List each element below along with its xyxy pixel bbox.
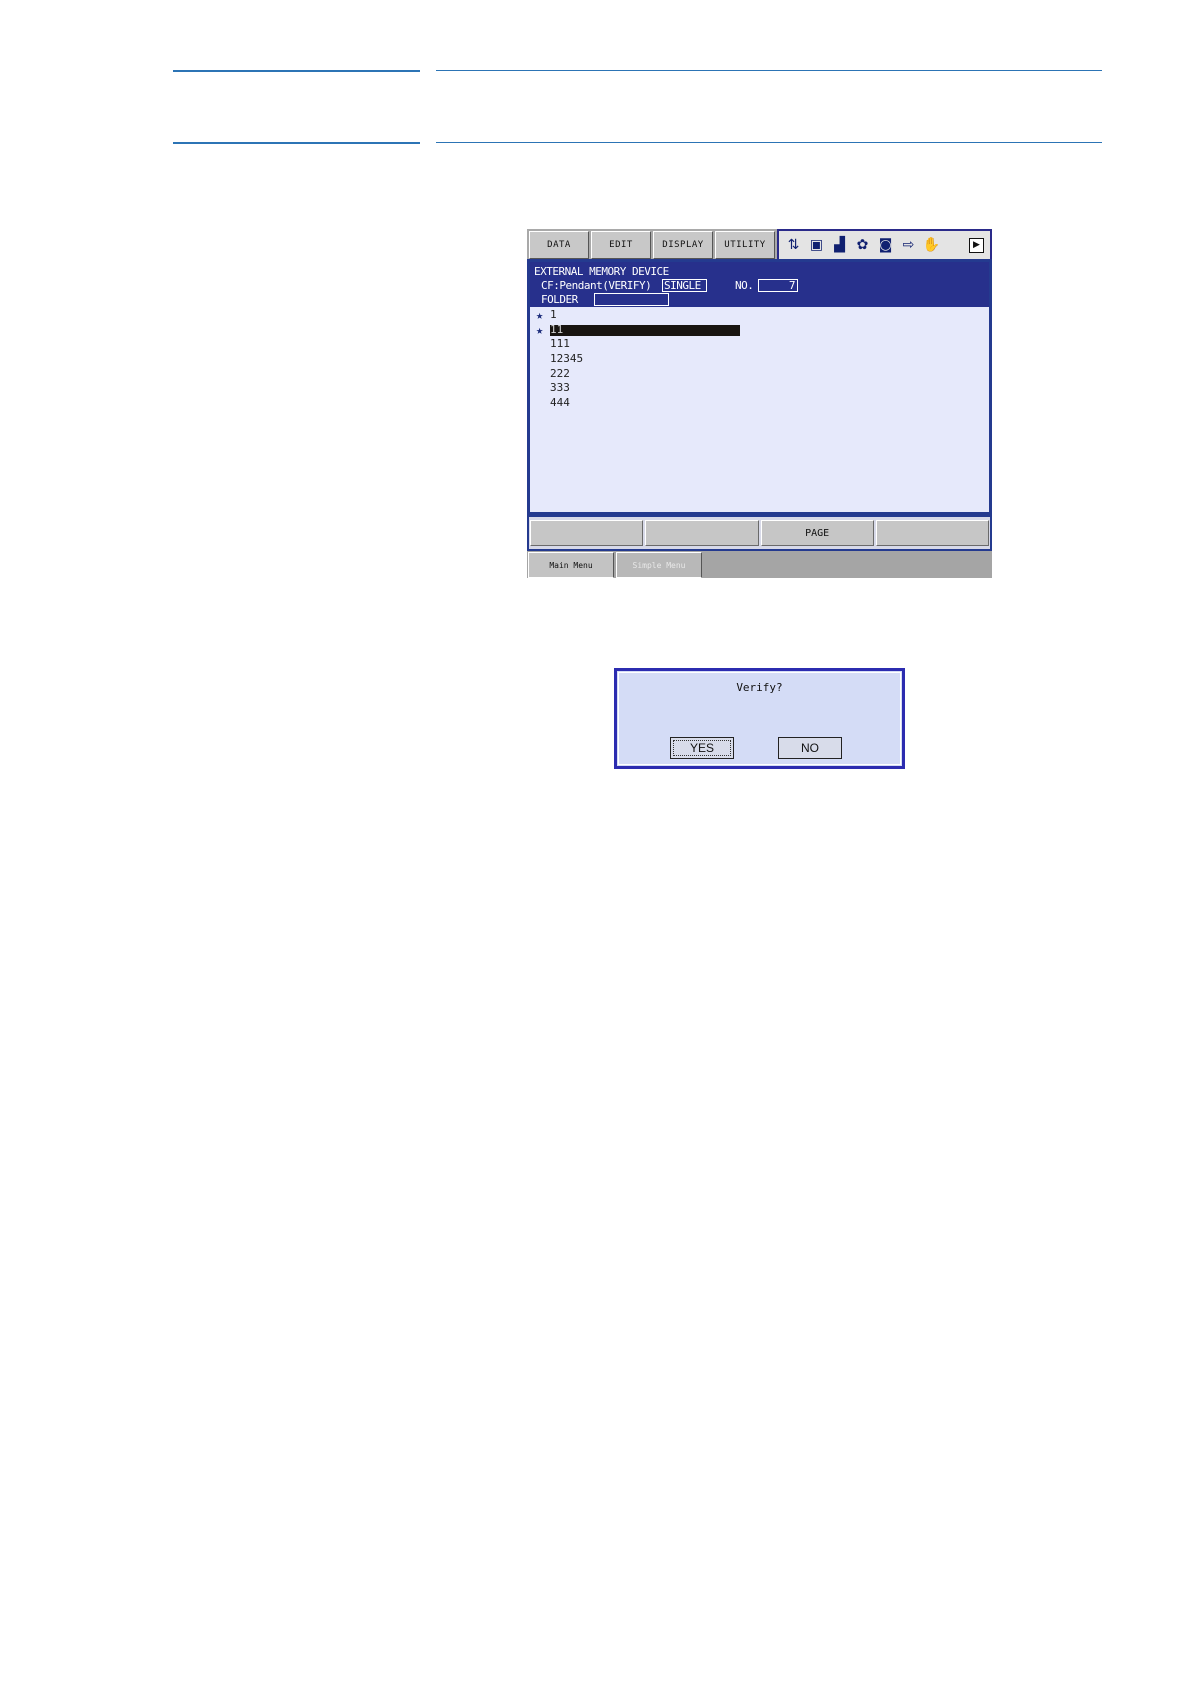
no-button[interactable]: NO <box>778 737 842 759</box>
mode-field[interactable]: SINGLE <box>662 279 707 292</box>
menu-tab-display[interactable]: DISPLAY <box>653 231 713 259</box>
file-name: 444 <box>550 396 570 410</box>
no-field[interactable]: 7 <box>758 279 798 292</box>
function-key-bar: PAGE <box>527 515 992 551</box>
menu-tab-utility[interactable]: UTILITY <box>715 231 775 259</box>
list-item-selected[interactable]: ★ 11 <box>536 322 740 338</box>
star-icon: ★ <box>536 308 544 322</box>
function-key-2[interactable] <box>645 520 759 546</box>
external-memory-window: EXTERNAL MEMORY DEVICE CF:Pendant(VERIFY… <box>527 259 992 515</box>
file-name: 111 <box>550 337 570 351</box>
window-header: EXTERNAL MEMORY DEVICE CF:Pendant(VERIFY… <box>530 262 989 307</box>
function-key-1[interactable] <box>530 520 644 546</box>
file-list: ★ 1 ★ 11 111 12345 222 333 444 <box>536 308 740 411</box>
hand-icon: ✋ <box>922 237 941 253</box>
output-icon: ⇨ <box>902 237 915 253</box>
no-label: NO. <box>735 279 754 292</box>
list-item[interactable]: 444 <box>536 396 589 411</box>
status-icon-bar: ⇅ ▣ ▟ ✿ ◙ ⇨ ✋ ▶ <box>777 229 992 261</box>
menu-tab-edit[interactable]: EDIT <box>591 231 651 259</box>
main-menu-button[interactable]: Main Menu <box>528 552 614 578</box>
list-item[interactable]: 222 <box>536 367 589 382</box>
page-button[interactable]: PAGE <box>760 520 874 546</box>
mode-value: SINGLE <box>664 279 701 292</box>
robot-icon: ✿ <box>856 237 869 253</box>
header-rule-right-bottom <box>436 142 1102 143</box>
header-rule-right-top <box>436 70 1102 71</box>
folder-label: FOLDER <box>541 293 578 306</box>
window-title: EXTERNAL MEMORY DEVICE <box>534 265 669 278</box>
file-name: 12345 <box>550 352 584 366</box>
file-name: 11 <box>550 322 564 336</box>
next-page-icon[interactable]: ▶ <box>969 237 984 253</box>
teach-mode-icon: ⇅ <box>787 237 800 253</box>
folder-field[interactable] <box>594 293 669 306</box>
file-name: 1 <box>550 308 557 321</box>
function-key-4[interactable] <box>875 520 989 546</box>
file-name: 222 <box>550 366 570 380</box>
star-icon: ★ <box>536 322 544 337</box>
yes-button[interactable]: YES <box>670 737 734 759</box>
job-icon: ▣ <box>809 237 824 253</box>
simple-menu-button[interactable]: Simple Menu <box>616 552 702 578</box>
list-item[interactable]: 111 <box>536 337 589 352</box>
menu-tab-data[interactable]: DATA <box>529 231 589 259</box>
device-label: CF:Pendant(VERIFY) <box>541 279 652 292</box>
signal-level-icon: ▟ <box>834 237 845 253</box>
verify-dialog: Verify? YES NO <box>614 668 905 769</box>
dialog-message: Verify? <box>736 681 783 694</box>
header-rule-left-bottom <box>173 142 420 144</box>
pendant-screen: DATA EDIT DISPLAY UTILITY ⇅ ▣ ▟ ✿ ◙ ⇨ ✋ … <box>527 229 992 578</box>
list-item[interactable]: ★ 1 <box>536 308 589 323</box>
selection-highlight <box>550 324 740 336</box>
file-name: 333 <box>550 381 570 395</box>
list-item[interactable]: 333 <box>536 381 589 396</box>
bottom-menu-bar: Main Menu Simple Menu <box>527 551 992 578</box>
header-rule-left-top <box>173 70 420 72</box>
camera-icon: ◙ <box>878 237 893 253</box>
no-value: 7 <box>788 279 796 292</box>
list-item[interactable]: 12345 <box>536 352 589 367</box>
